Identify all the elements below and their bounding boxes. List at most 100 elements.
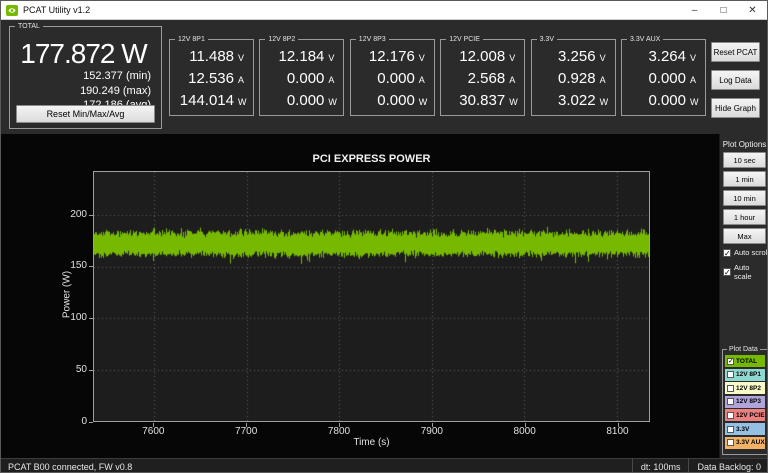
sensor-power-unit: W <box>418 97 428 107</box>
sensor-current-unit: A <box>418 75 425 85</box>
auto-scroll-checkbox[interactable]: ✓ Auto scroll <box>723 248 768 258</box>
plot-range-max-button[interactable]: Max <box>723 228 766 244</box>
sensor-row-voltage: 11.488 V <box>174 48 248 68</box>
close-button[interactable]: ✕ <box>738 1 767 19</box>
checkbox-icon <box>727 439 734 447</box>
sensor-panel-12v-pcie: 12V PCIE 12.008 V 2.568 A 30.837 W <box>440 35 526 116</box>
sensor-row-current: 0.000 A <box>264 70 338 90</box>
sensor-power-unit: W <box>238 97 247 107</box>
sensor-row-current: 0.928 A <box>536 70 610 90</box>
plot-box <box>93 171 650 422</box>
sensor-row-current: 0.000 A <box>355 70 429 90</box>
sensor-voltage-unit: V <box>328 53 335 63</box>
sensor-voltage-value: 12.008 <box>459 48 506 65</box>
sensor-power-unit: W <box>690 97 699 107</box>
sensor-row-voltage: 12.184 V <box>264 48 338 68</box>
sensor-voltage-unit: V <box>599 53 606 63</box>
x-tick-label: 7600 <box>142 426 165 437</box>
plot-data-item-label: 3.3V AUX <box>736 439 765 447</box>
sensor-current-value: 0.928 <box>558 70 596 87</box>
sensor-panel-3-3v-aux: 3.3V AUX 3.264 V 0.000 A 0.000 W <box>621 35 706 116</box>
sensor-panel-12v-8p2: 12V 8P2 12.184 V 0.000 A 0.000 W <box>259 35 345 116</box>
sensor-row-voltage: 3.256 V <box>536 48 610 68</box>
plot-range-10-sec-button[interactable]: 10 sec <box>723 152 766 168</box>
hide-graph-button[interactable]: Hide Graph <box>711 98 760 118</box>
sensor-power-value: 3.022 <box>558 92 596 109</box>
sensor-panel-label: 3.3V <box>536 35 557 44</box>
plot-data-item-12v-8p1[interactable]: 12V 8P1 <box>725 368 765 381</box>
y-tick-label: 200 <box>70 208 87 220</box>
sensor-current-value: 0.000 <box>377 70 415 87</box>
plot-data-item-label: 3.3V <box>736 425 750 433</box>
graph-area: PCI EXPRESS POWER 0 50 100 150 200 7600 7700 78… <box>1 134 719 458</box>
sensor-voltage-value: 12.184 <box>278 48 325 65</box>
x-tick-label: 8000 <box>513 426 536 437</box>
sensor-current-value: 0.000 <box>286 70 325 87</box>
checkbox-icon <box>727 371 734 379</box>
reset-min-max-avg-button[interactable]: Reset Min/Max/Avg <box>16 105 155 123</box>
total-panel: TOTAL 177.872 W 152.377 (min) 190.249 (m… <box>9 22 162 129</box>
plot-data-item-12v-8p3[interactable]: 12V 8P3 <box>725 395 765 408</box>
window-controls: – □ ✕ <box>680 1 767 19</box>
sensor-row-voltage: 3.264 V <box>626 48 700 68</box>
plot-data-item-total[interactable]: ✓ TOTAL <box>725 355 765 367</box>
checkbox-icon: ✓ <box>723 248 731 258</box>
x-tick-mark <box>431 423 433 427</box>
checkbox-icon <box>727 411 734 419</box>
sensor-row-current: 12.536 A <box>174 70 248 90</box>
total-panel-label: TOTAL <box>15 22 43 31</box>
sensor-panel-label: 12V 8P2 <box>265 35 299 44</box>
sensor-power-unit: W <box>599 97 609 107</box>
plot-data-item-label: TOTAL <box>736 357 758 365</box>
sensor-current-value: 12.536 <box>188 70 234 87</box>
plot-data-item-label: 12V 8P1 <box>736 371 761 379</box>
sensor-row-power: 144.014 W <box>174 92 248 112</box>
log-data-button[interactable]: Log Data <box>711 70 760 90</box>
plot-options-label: Plot Options <box>722 140 767 149</box>
sensor-current-unit: A <box>328 75 335 85</box>
sensor-row-power: 0.000 W <box>355 92 429 112</box>
sensor-current-value: 2.568 <box>467 70 506 87</box>
window-title: PCAT Utility v1.2 <box>23 5 91 15</box>
x-tick-mark <box>339 423 340 427</box>
plot-data-item-12v-8p2[interactable]: 12V 8P2 <box>725 382 765 395</box>
reset-pcat-button[interactable]: Reset PCAT <box>711 42 760 62</box>
plot-data-item-12v-pcie[interactable]: 12V PCIE <box>725 409 765 422</box>
data-backlog-indicator: Data Backlog: 0 <box>688 459 767 472</box>
y-tick-mark <box>89 422 93 423</box>
x-tick-label: 8100 <box>606 426 629 437</box>
plot-data-item-3-3v[interactable]: 3.3V <box>725 423 765 435</box>
nvidia-logo-icon <box>6 4 18 16</box>
sensor-power-value: 0.000 <box>648 92 686 109</box>
plot-range-1-hour-button[interactable]: 1 hour <box>723 209 766 225</box>
minimize-button[interactable]: – <box>680 1 709 19</box>
plot-range-10-min-button[interactable]: 10 min <box>723 190 766 206</box>
sensor-voltage-value: 11.488 <box>189 48 234 65</box>
sensor-current-unit: A <box>690 75 697 85</box>
plot-data-item-3-3v-aux[interactable]: 3.3V AUX <box>725 436 765 449</box>
checkbox-icon <box>727 398 734 406</box>
sensor-panel-label: 12V 8P3 <box>355 35 389 44</box>
checkbox-icon: ✓ <box>723 268 731 277</box>
x-tick-mark <box>617 423 619 427</box>
power-chart-canvas <box>94 172 649 421</box>
plot-range-1-min-button[interactable]: 1 min <box>723 171 766 187</box>
plot-data-item-label: 12V 8P3 <box>736 398 761 406</box>
y-tick-mark <box>89 370 93 372</box>
sensor-row-power: 30.837 W <box>445 92 519 112</box>
sensor-current-value: 0.000 <box>648 70 686 87</box>
sensor-current-unit: A <box>599 75 606 85</box>
maximize-button[interactable]: □ <box>709 1 738 19</box>
sensor-voltage-value: 3.264 <box>648 48 686 65</box>
auto-scale-checkbox[interactable]: ✓ Auto scale <box>723 263 767 281</box>
sensor-power-unit: W <box>328 97 337 107</box>
x-tick-label: 7700 <box>235 426 258 437</box>
chart-title: PCI EXPRESS POWER <box>312 153 431 165</box>
sensor-power-value: 144.014 <box>179 92 234 109</box>
sensor-row-voltage: 12.176 V <box>355 48 429 68</box>
y-tick-mark <box>89 214 93 216</box>
checkbox-label: Auto scroll <box>734 248 768 257</box>
x-tick-mark <box>524 423 526 427</box>
sensor-row-current: 2.568 A <box>445 70 519 90</box>
status-bar: PCAT B00 connected, FW v0.8 dt: 100ms Da… <box>1 458 767 472</box>
